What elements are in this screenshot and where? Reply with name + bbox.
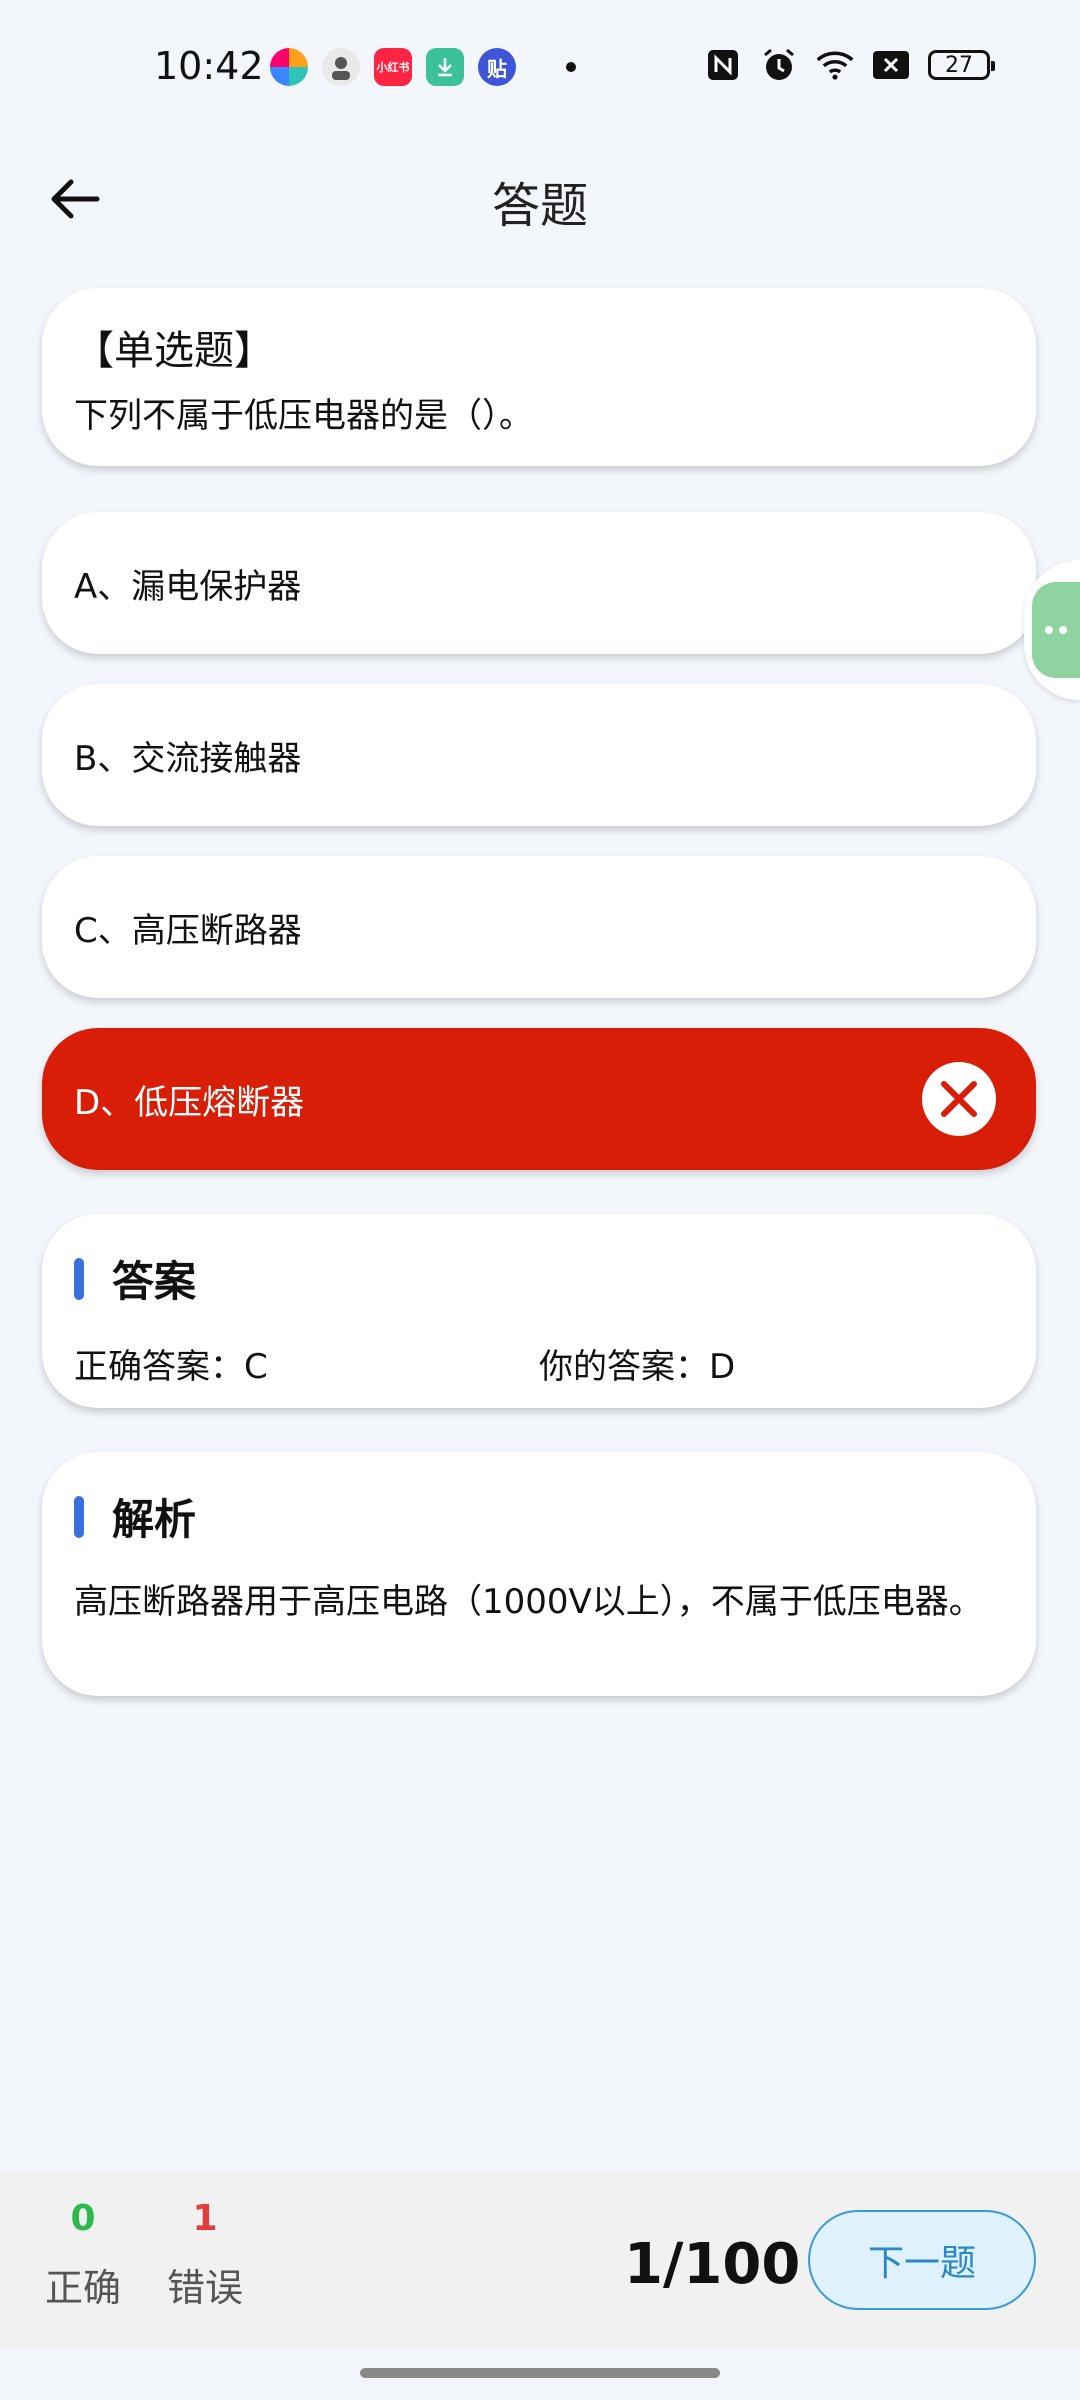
correct-answer: 正确答案：C <box>74 1347 268 1387</box>
battery-icon: 27 <box>928 50 995 80</box>
bottom-bar: 0 正确 1 错误 1/100 下一题 <box>0 2170 1080 2350</box>
section-accent-bar <box>74 1495 84 1538</box>
no-sim-icon <box>872 46 910 84</box>
notification-dot <box>566 62 576 72</box>
correct-stat: 0 正确 <box>38 2198 128 2312</box>
analysis-text: 高压断路器用于高压电路（1000V以上），不属于低压电器。 <box>74 1582 983 1622</box>
analysis-header: 解析 <box>74 1486 1004 1547</box>
avatar-app-icon <box>322 48 360 86</box>
nfc-icon <box>704 46 742 84</box>
system-status-icons: 27 <box>704 46 995 84</box>
option-a[interactable]: A、漏电保护器 <box>42 512 1036 654</box>
status-app-icons: 小红书 贴 <box>270 48 576 86</box>
option-c[interactable]: C、高压断路器 <box>42 856 1036 998</box>
option-label: A、漏电保护器 <box>74 566 302 607</box>
wrong-mark-icon <box>922 1062 996 1136</box>
option-d-selected-wrong[interactable]: D、低压熔断器 <box>42 1028 1036 1170</box>
correct-count: 0 <box>70 2198 96 2239</box>
colorful-app-icon <box>270 48 308 86</box>
page-title: 答题 <box>491 178 588 234</box>
option-label: D、低压熔断器 <box>74 1082 305 1123</box>
alarm-icon <box>760 46 798 84</box>
answer-title: 答案 <box>112 1257 197 1306</box>
wrong-label: 错误 <box>166 2266 243 2310</box>
analysis-title: 解析 <box>112 1495 197 1544</box>
wifi-icon <box>816 46 854 84</box>
answer-row: 正确答案：C 你的答案：D <box>74 1339 1004 1388</box>
tieba-app-icon: 贴 <box>478 48 516 86</box>
answer-header: 答案 <box>74 1248 1004 1309</box>
option-label: B、交流接触器 <box>74 738 302 779</box>
download-app-icon <box>426 48 464 86</box>
status-time: 10:42 <box>154 44 264 88</box>
option-b[interactable]: B、交流接触器 <box>42 684 1036 826</box>
option-label: C、高压断路器 <box>74 910 302 951</box>
home-indicator[interactable] <box>360 2368 720 2378</box>
xiaohongshu-app-icon: 小红书 <box>374 48 412 86</box>
status-bar: 10:42 小红书 贴 27 <box>0 0 1080 136</box>
more-dots-icon <box>1032 582 1080 678</box>
answer-card: 答案 正确答案：C 你的答案：D <box>42 1214 1036 1408</box>
correct-label: 正确 <box>44 2266 121 2310</box>
question-text: 下列不属于低压电器的是（）。 <box>74 396 533 436</box>
your-answer: 你的答案：D <box>539 1347 736 1387</box>
next-question-button[interactable]: 下一题 <box>808 2210 1036 2310</box>
question-card: 【单选题】 下列不属于低压电器的是（）。 <box>42 288 1036 466</box>
wrong-count: 1 <box>192 2198 218 2239</box>
question-progress: 1/100 <box>624 2232 801 2297</box>
wrong-stat: 1 错误 <box>160 2198 250 2312</box>
question-type: 【单选题】 <box>74 328 274 374</box>
app-header: 答题 <box>0 136 1080 256</box>
section-accent-bar <box>74 1257 84 1300</box>
analysis-card: 解析 高压断路器用于高压电路（1000V以上），不属于低压电器。 <box>42 1452 1036 1696</box>
